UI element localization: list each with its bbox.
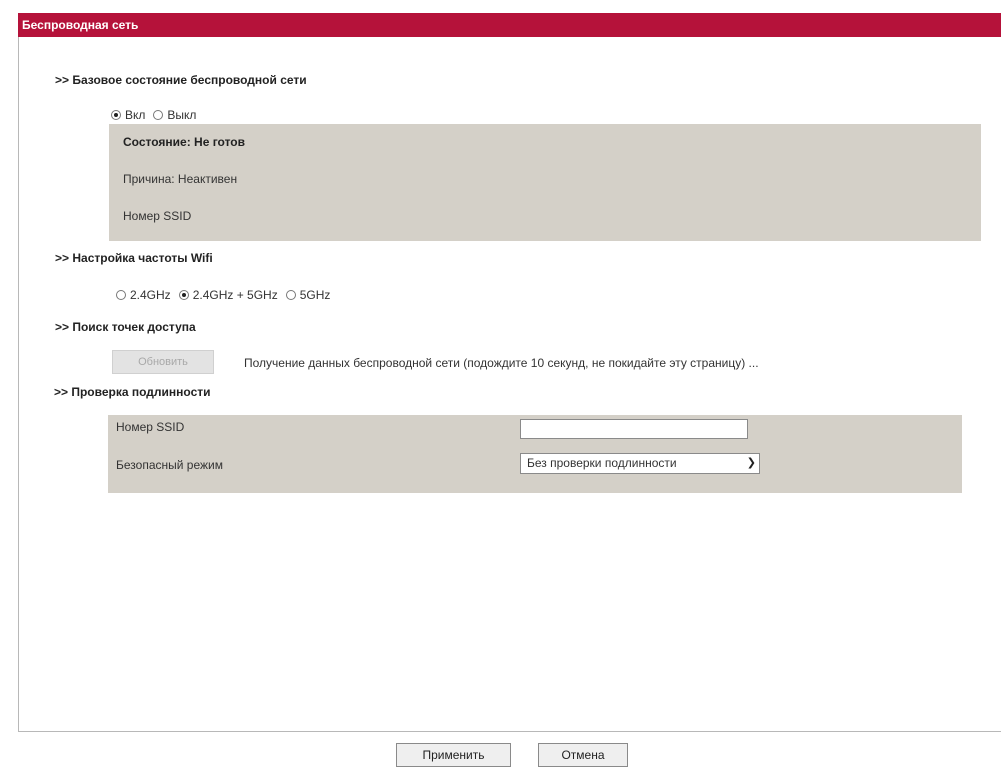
freq-dual-radio[interactable] <box>178 290 189 300</box>
security-mode-label: Безопасный режим <box>116 458 223 472</box>
freq-24-label: 2.4GHz <box>130 288 171 302</box>
refresh-button[interactable]: Обновить <box>112 350 214 374</box>
wireless-off-label: Выкл <box>167 108 197 122</box>
status-text: Состояние: Не готов <box>123 135 246 149</box>
scan-message: Получение данных беспроводной сети (подо… <box>244 356 759 370</box>
reason-text: Причина: Неактивен <box>123 172 238 186</box>
wireless-off-radio[interactable] <box>153 110 164 120</box>
freq-dual-label: 2.4GHz + 5GHz <box>192 288 278 302</box>
access-points-header: >> Поиск точек доступа <box>55 320 196 334</box>
wireless-on-radio[interactable] <box>111 110 121 120</box>
basic-status-header: >> Базовое состояние беспроводной сети <box>55 73 307 87</box>
status-box: Состояние: Не готов Причина: Неактивен Н… <box>109 124 981 241</box>
frequency-group: 2.4GHz 2.4GHz + 5GHz 5GHz <box>116 288 336 302</box>
freq-24-radio[interactable] <box>116 290 126 300</box>
security-mode-value: Без проверки подлинности <box>527 456 677 470</box>
page-title: Беспроводная сеть <box>18 13 1001 37</box>
wireless-onoff-group: Вкл Выкл <box>111 108 202 122</box>
authentication-header: >> Проверка подлинности <box>54 385 211 399</box>
ssid-input[interactable] <box>520 419 748 439</box>
authentication-box: Номер SSID Безопасный режим Без проверки… <box>108 415 962 493</box>
security-mode-select[interactable]: Без проверки подлинности ❯ <box>520 453 760 474</box>
freq-5-radio[interactable] <box>285 290 296 300</box>
apply-button[interactable]: Применить <box>396 743 511 767</box>
wireless-on-label: Вкл <box>125 108 146 122</box>
chevron-down-icon: ❯ <box>746 457 756 469</box>
frequency-header: >> Настройка частоты Wifi <box>55 251 213 265</box>
status-ssid-label: Номер SSID <box>123 209 192 223</box>
auth-ssid-label: Номер SSID <box>116 420 185 434</box>
freq-5-label: 5GHz <box>299 288 331 302</box>
cancel-button[interactable]: Отмена <box>538 743 628 767</box>
